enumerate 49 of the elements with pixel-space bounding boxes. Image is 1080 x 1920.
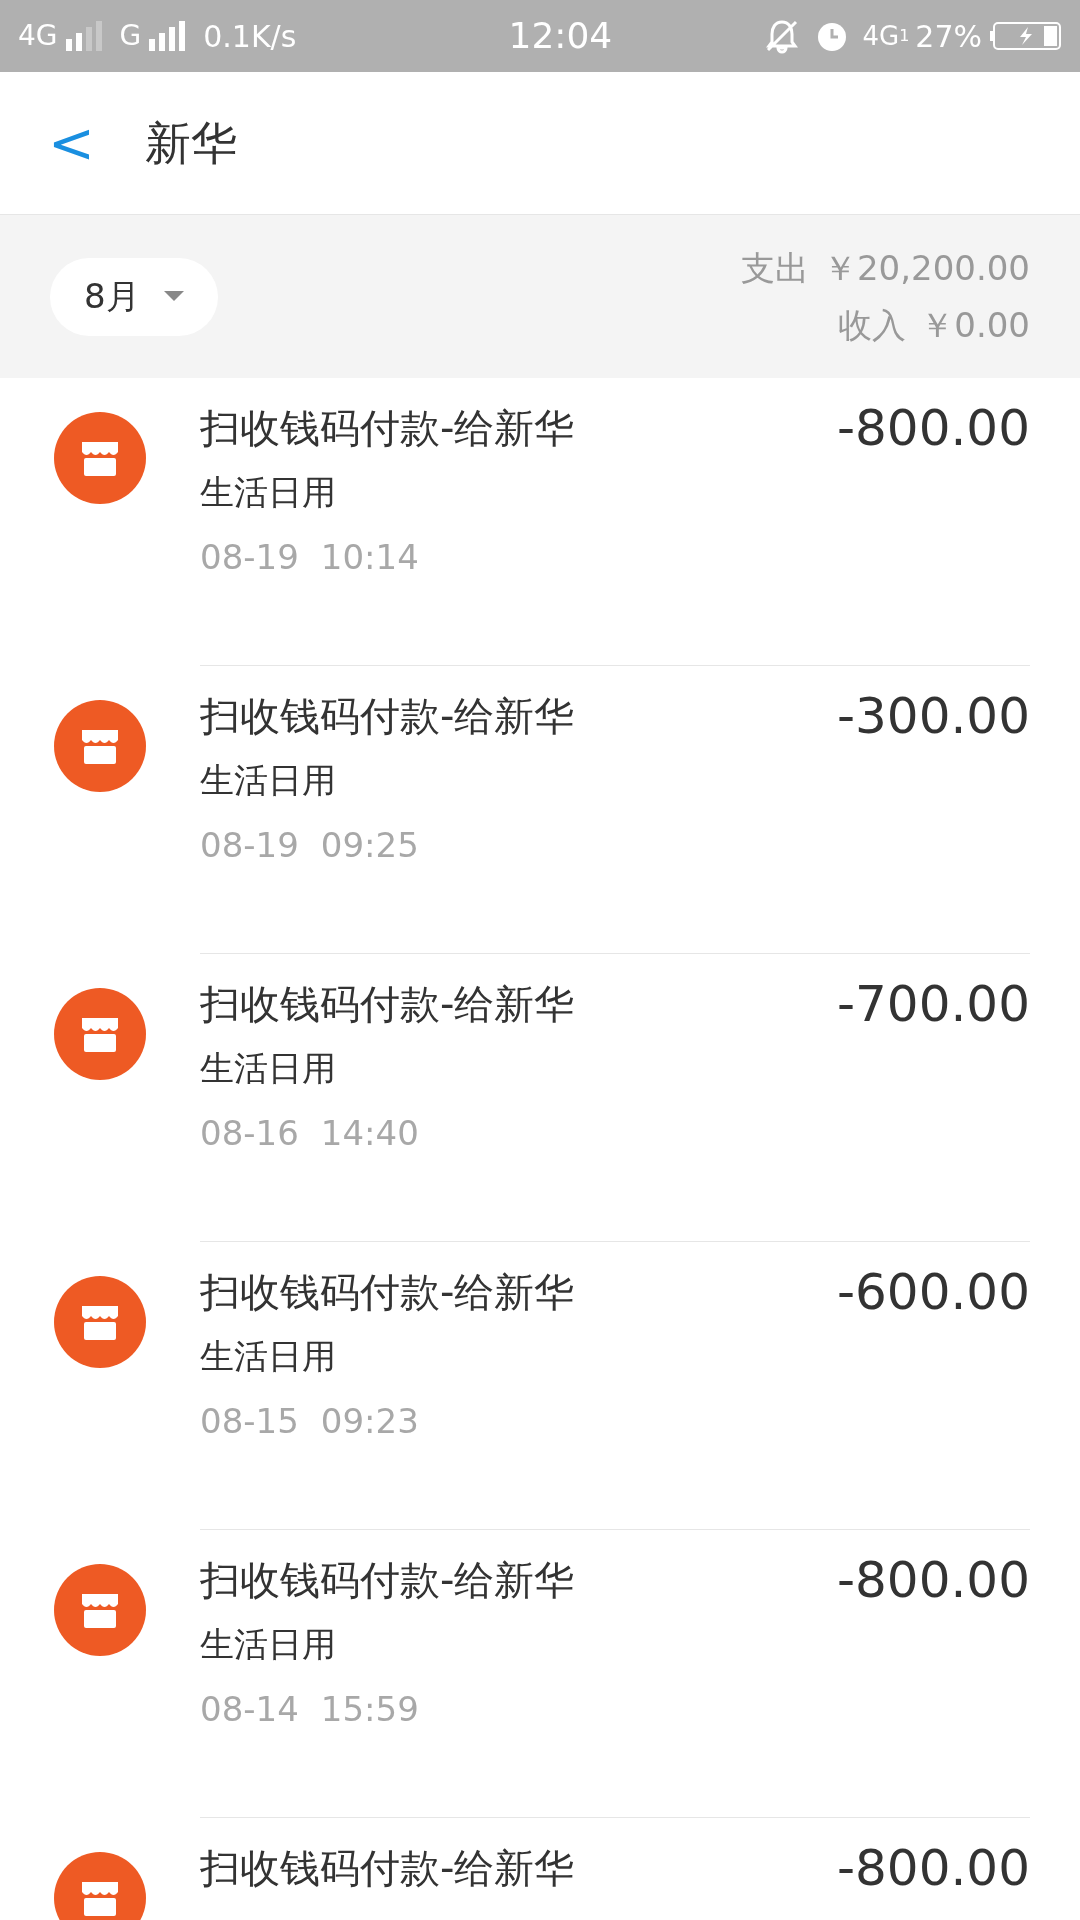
- page-title: 新华: [144, 114, 237, 172]
- transaction-date: 08-19: [200, 824, 299, 867]
- transaction-title: 扫收钱码付款-给新华: [200, 404, 575, 453]
- income-total: ￥0.00: [920, 303, 1030, 347]
- shop-icon: [54, 412, 146, 504]
- transaction-title: 扫收钱码付款-给新华: [200, 692, 575, 741]
- transaction-date: 08-15: [200, 1400, 299, 1443]
- transaction-amount: -600.00: [837, 1264, 1030, 1320]
- shop-icon: [54, 1276, 146, 1368]
- transaction-title: 扫收钱码付款-给新华: [200, 1844, 575, 1893]
- caret-icon: [163, 290, 184, 303]
- shop-icon: [54, 700, 146, 792]
- transaction-time: 10:14: [320, 536, 419, 579]
- transaction-time: 09:25: [320, 824, 419, 867]
- transaction-amount: -800.00: [837, 1552, 1030, 1608]
- battery-charging-icon: [990, 21, 1062, 51]
- clock: 12:04: [508, 14, 613, 58]
- category-label: 生活日用: [200, 1335, 336, 1378]
- transaction-time: 09:23: [320, 1400, 419, 1443]
- network-label: G: [119, 18, 142, 54]
- transaction-amount: -700.00: [837, 976, 1030, 1032]
- sim-label: 1: [899, 25, 910, 47]
- network-label: 4G: [18, 18, 58, 54]
- battery-percent: 27%: [915, 17, 982, 56]
- transaction-date: 08-16: [200, 1112, 299, 1155]
- income-label: 收入: [838, 303, 907, 347]
- bell-off-icon: [764, 18, 801, 54]
- transaction-title: 扫收钱码付款-给新华: [200, 980, 575, 1029]
- shop-icon: [54, 1852, 146, 1920]
- transaction-amount: -800.00: [837, 400, 1030, 456]
- transaction-date: 08-19: [200, 536, 299, 579]
- transaction-amount: -300.00: [837, 688, 1030, 744]
- transaction-date: 08-14: [200, 1688, 299, 1731]
- transaction-title: 扫收钱码付款-给新华: [200, 1556, 575, 1605]
- month-dropdown[interactable]: 8月: [50, 257, 218, 336]
- transaction-amount: -800.00: [837, 1840, 1030, 1896]
- transaction-time: 15:59: [320, 1688, 419, 1731]
- network-speed: 0.1K/s: [203, 17, 297, 56]
- shop-icon: [54, 1564, 146, 1656]
- category-label: 生活日用: [200, 471, 336, 514]
- transaction-title: 扫收钱码付款-给新华: [200, 1268, 575, 1317]
- shop-icon: [54, 988, 146, 1080]
- category-label: 生活日用: [200, 1623, 336, 1666]
- network-label: 4G: [862, 19, 900, 53]
- expense-label: 支出: [740, 246, 809, 290]
- transaction-time: 14:40: [320, 1112, 419, 1155]
- category-label: 生活日用: [200, 759, 336, 802]
- expense-total: ￥20,200.00: [822, 246, 1030, 290]
- category-label: 生活日用: [200, 1047, 336, 1090]
